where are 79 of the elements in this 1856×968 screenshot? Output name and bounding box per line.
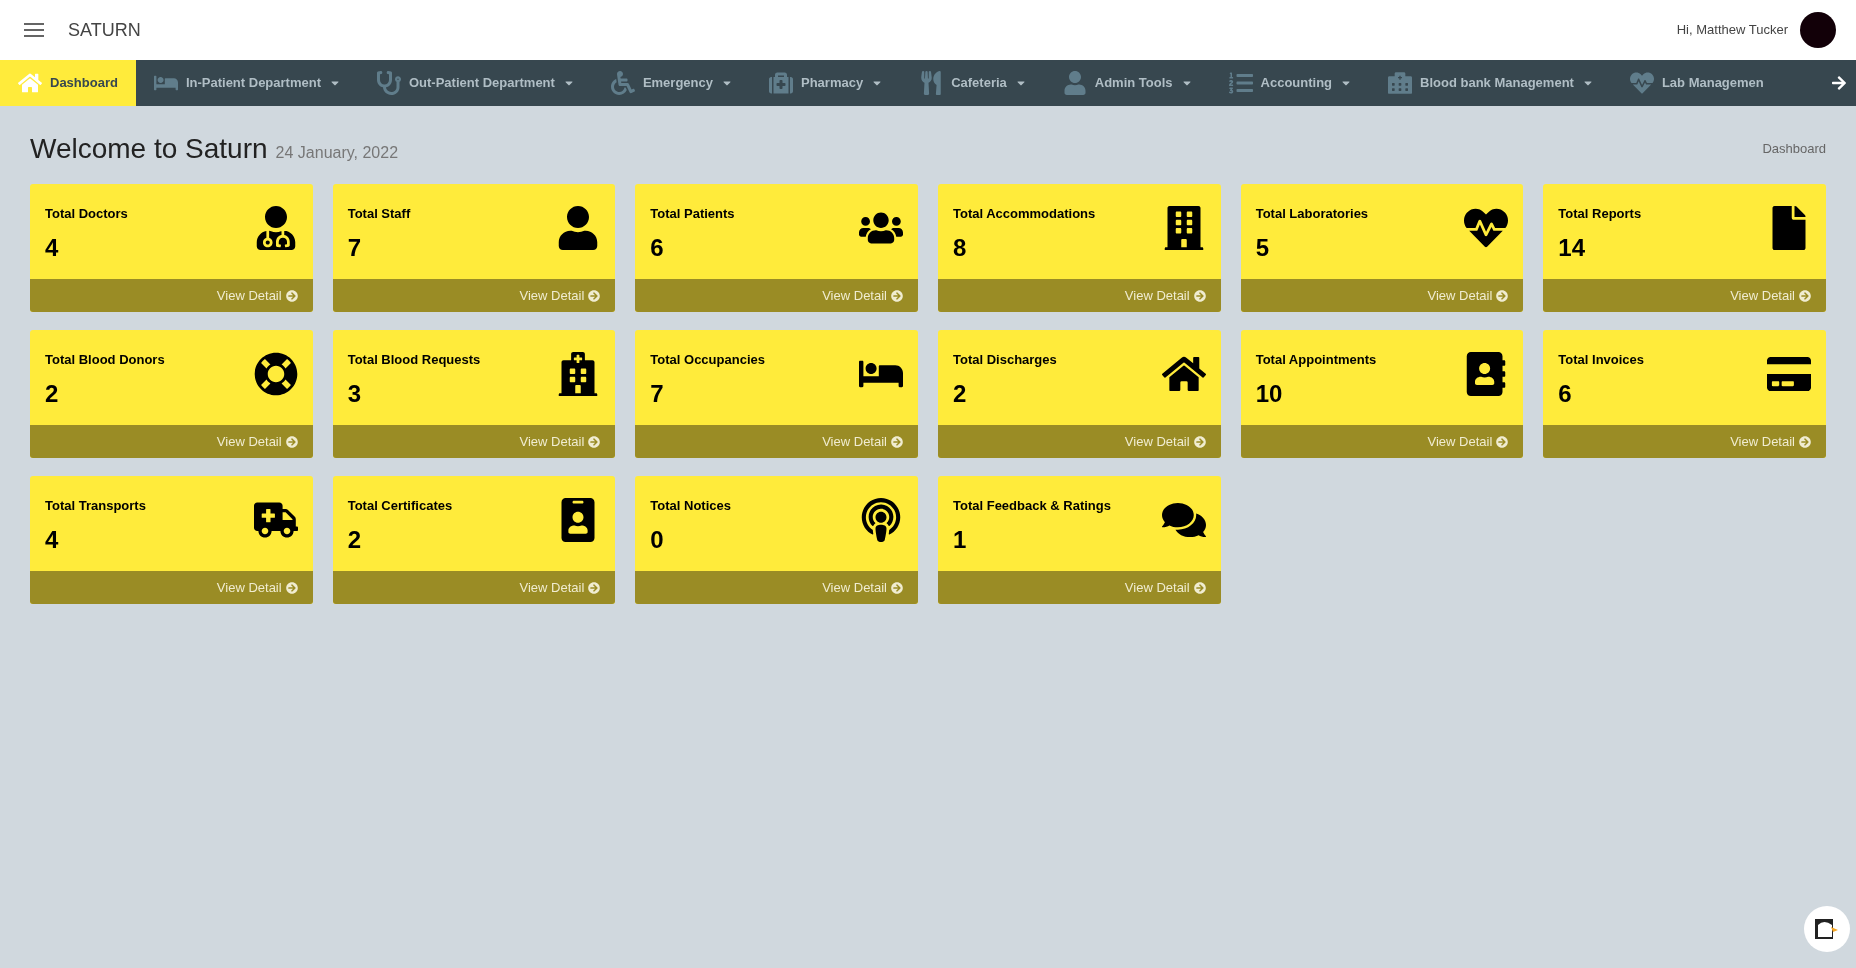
card-title: Total Blood Donors (45, 351, 165, 369)
nav-tab[interactable]: Dashboard (0, 60, 136, 106)
card-value: 7 (347, 232, 362, 263)
view-detail-link[interactable]: View Detail (332, 571, 616, 604)
stethoscope-icon (377, 71, 401, 95)
card-value: 7 (650, 378, 665, 409)
card-value: 0 (650, 524, 665, 555)
card-title: Total Feedback & Ratings (953, 497, 1111, 515)
nav-tab[interactable]: Cafeteria (901, 60, 1045, 106)
card-title: Total Accommodations (953, 205, 1096, 223)
nav-tab[interactable]: Pharmacy (751, 60, 902, 106)
life-ring-icon (253, 352, 298, 396)
wheelchair-icon (610, 71, 635, 95)
card-value: 5 (1255, 232, 1270, 263)
building-icon (1388, 71, 1413, 95)
nav-tab[interactable]: Accounting (1210, 60, 1371, 106)
card-title: Total Appointments (1255, 351, 1377, 369)
view-detail-link[interactable]: View Detail (1240, 425, 1524, 458)
view-detail-link[interactable]: View Detail (938, 425, 1221, 458)
user-greeting: Hi, Matthew Tucker (1676, 21, 1788, 40)
view-detail-link[interactable]: View Detail (635, 279, 918, 312)
card-value: 8 (953, 232, 968, 263)
page-title: Welcome to Saturn (30, 132, 268, 166)
card-value: 2 (45, 378, 60, 409)
view-detail-link[interactable]: View Detail (635, 425, 918, 458)
card-value: 3 (347, 378, 362, 409)
card-value: 14 (1558, 232, 1587, 263)
view-detail-link[interactable]: View Detail (1240, 279, 1524, 312)
card-title: Total Staff (347, 205, 411, 223)
nav-tab[interactable]: Emergency (592, 60, 751, 106)
card-title: Total Discharges (953, 351, 1057, 369)
nav-tab[interactable]: In-Patient Department (135, 60, 359, 106)
view-detail-link[interactable]: View Detail (938, 571, 1221, 604)
card-value: 10 (1255, 378, 1284, 409)
heartbeat-icon (1464, 206, 1509, 250)
arrow-right-icon (1831, 75, 1847, 91)
heartbeat-icon (1629, 71, 1654, 95)
card-value: 2 (347, 524, 362, 555)
user-icon (1062, 71, 1087, 95)
card-value: 2 (953, 378, 968, 409)
card-value: 4 (45, 232, 60, 263)
card-title: Total Laboratories (1255, 205, 1369, 223)
card-value: 4 (45, 524, 60, 555)
card-title: Total Reports (1558, 205, 1642, 223)
chat-widget-button[interactable] (1804, 906, 1850, 952)
breadcrumb[interactable]: Dashboard (1762, 138, 1826, 158)
avatar[interactable] (1800, 12, 1836, 48)
home-icon (18, 71, 42, 95)
nav-tab[interactable]: Blood bank Management (1370, 60, 1612, 106)
numbered-list-icon (1228, 71, 1253, 95)
nav-tab[interactable]: Admin Tools (1044, 60, 1211, 106)
view-detail-link[interactable]: View Detail (332, 279, 616, 312)
nav-tab[interactable]: Out-Patient Department (359, 60, 593, 106)
card-title: Total Doctors (45, 205, 128, 223)
card-value: 6 (650, 232, 665, 263)
card-title: Total Invoices (1558, 351, 1645, 369)
view-detail-link[interactable]: View Detail (635, 571, 918, 604)
view-detail-link[interactable]: View Detail (332, 425, 616, 458)
broadcast-icon (859, 498, 903, 542)
card-value: 6 (1558, 378, 1573, 409)
view-detail-link[interactable]: View Detail (30, 425, 313, 458)
page-date: 24 January, 2022 (275, 143, 399, 163)
card-title: Total Certificates (347, 497, 453, 515)
card-title: Total Notices (650, 497, 731, 515)
card-value: 1 (953, 524, 968, 555)
view-detail-link[interactable]: View Detail (30, 279, 313, 312)
fork-knife-icon (919, 71, 944, 95)
view-detail-link[interactable]: View Detail (1543, 425, 1826, 458)
view-detail-link[interactable]: View Detail (1543, 279, 1826, 312)
first-aid-kit-icon (769, 71, 793, 95)
view-detail-link[interactable]: View Detail (30, 571, 313, 604)
card-title: Total Blood Requests (347, 351, 481, 369)
card-title: Total Occupancies (650, 351, 765, 369)
card-title: Total Transports (45, 497, 146, 515)
menu-icon (24, 23, 44, 37)
card-title: Total Patients (650, 205, 735, 223)
brand-name: SATURN (68, 18, 141, 42)
nav-tab[interactable]: Lab Managemen (1611, 60, 1782, 106)
view-detail-link[interactable]: View Detail (938, 279, 1221, 312)
